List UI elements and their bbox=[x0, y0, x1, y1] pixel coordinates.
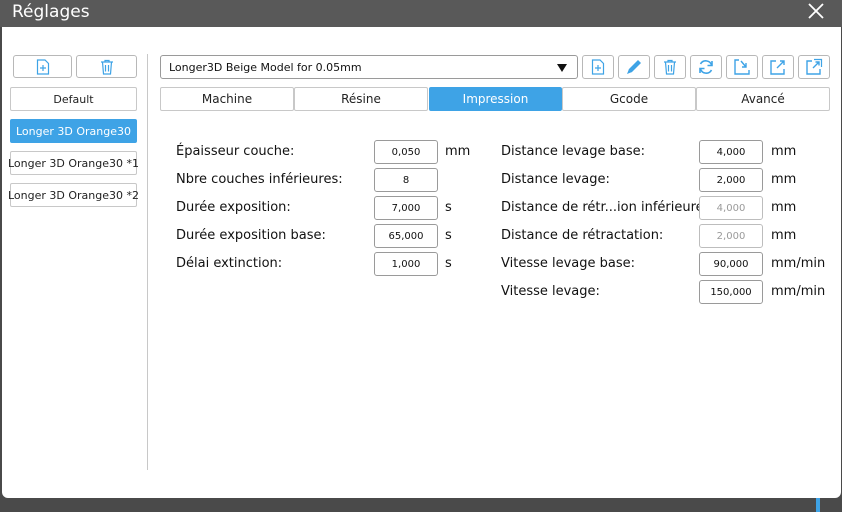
param-unit: mm bbox=[771, 228, 797, 243]
export-profile-button[interactable] bbox=[762, 55, 794, 79]
param-input[interactable]: 4,000 bbox=[699, 140, 763, 164]
trash-icon bbox=[100, 59, 114, 75]
param-label: Distance levage: bbox=[501, 172, 610, 187]
param-input[interactable]: 4,000 bbox=[699, 196, 763, 220]
trash-icon bbox=[663, 59, 677, 75]
param-label: Vitesse levage base: bbox=[501, 256, 636, 271]
edit-profile-button[interactable] bbox=[618, 55, 650, 79]
param-input[interactable]: 150,000 bbox=[699, 280, 763, 304]
param-unit: s bbox=[445, 256, 452, 271]
delete-profile-button[interactable] bbox=[654, 55, 686, 79]
bottom-accent bbox=[816, 498, 820, 512]
param-input[interactable]: 65,000 bbox=[374, 224, 438, 248]
delete-preset-button[interactable] bbox=[76, 55, 137, 78]
window-title: Réglages bbox=[12, 2, 90, 22]
param-unit: mm bbox=[771, 200, 797, 215]
param-label: Distance de rétractation: bbox=[501, 228, 664, 243]
param-unit: s bbox=[445, 228, 452, 243]
tab-impression[interactable]: Impression bbox=[429, 87, 562, 111]
preset-item[interactable]: Longer 3D Orange30 *2 bbox=[8, 183, 139, 207]
tab-gcode[interactable]: Gcode bbox=[562, 87, 696, 111]
export-icon bbox=[769, 58, 787, 76]
param-label: Épaisseur couche: bbox=[176, 144, 295, 159]
param-label: Nbre couches inférieures: bbox=[176, 172, 343, 187]
export-all-icon bbox=[805, 58, 823, 76]
param-unit: mm/min bbox=[771, 284, 826, 299]
tab-avanc-[interactable]: Avancé bbox=[696, 87, 830, 111]
param-label: Distance de rétr...ion inférieure : bbox=[501, 200, 713, 215]
import-profile-button[interactable] bbox=[726, 55, 758, 79]
param-input[interactable]: 0,050 bbox=[374, 140, 438, 164]
tab-machine[interactable]: Machine bbox=[160, 87, 294, 111]
param-unit: s bbox=[445, 200, 452, 215]
param-label: Vitesse levage: bbox=[501, 284, 600, 299]
file-plus-icon bbox=[36, 58, 50, 75]
param-input[interactable]: 2,000 bbox=[699, 224, 763, 248]
file-plus-icon bbox=[591, 59, 605, 75]
export-all-profiles-button[interactable] bbox=[798, 55, 830, 79]
param-input[interactable]: 8 bbox=[374, 168, 438, 192]
param-unit: mm bbox=[771, 144, 797, 159]
param-input[interactable]: 1,000 bbox=[374, 252, 438, 276]
profile-select[interactable]: Longer3D Beige Model for 0.05mm bbox=[160, 55, 578, 79]
pencil-icon bbox=[625, 58, 643, 76]
param-input[interactable]: 7,000 bbox=[374, 196, 438, 220]
preset-item[interactable]: Longer 3D Orange30 *1 bbox=[8, 151, 139, 175]
refresh-profile-button[interactable] bbox=[690, 55, 722, 79]
title-bar: Réglages bbox=[0, 0, 842, 27]
new-profile-button[interactable] bbox=[582, 55, 614, 79]
add-preset-button[interactable] bbox=[13, 55, 72, 78]
param-unit: mm bbox=[445, 144, 471, 159]
refresh-icon bbox=[697, 58, 715, 76]
panel-divider bbox=[147, 54, 148, 470]
preset-item[interactable]: Longer 3D Orange30 bbox=[10, 119, 137, 143]
preset-item[interactable]: Default bbox=[10, 87, 137, 111]
param-label: Délai extinction: bbox=[176, 256, 283, 271]
param-input[interactable]: 90,000 bbox=[699, 252, 763, 276]
param-label: Durée exposition: bbox=[176, 200, 291, 215]
param-label: Distance levage base: bbox=[501, 144, 645, 159]
chevron-down-icon bbox=[557, 64, 567, 72]
import-icon bbox=[733, 58, 751, 76]
param-unit: mm/min bbox=[771, 256, 826, 271]
param-input[interactable]: 2,000 bbox=[699, 168, 763, 192]
param-label: Durée exposition base: bbox=[176, 228, 326, 243]
profile-select-value: Longer3D Beige Model for 0.05mm bbox=[169, 61, 362, 74]
param-unit: mm bbox=[771, 172, 797, 187]
close-icon[interactable] bbox=[806, 1, 826, 21]
tab-r-sine[interactable]: Résine bbox=[294, 87, 428, 111]
